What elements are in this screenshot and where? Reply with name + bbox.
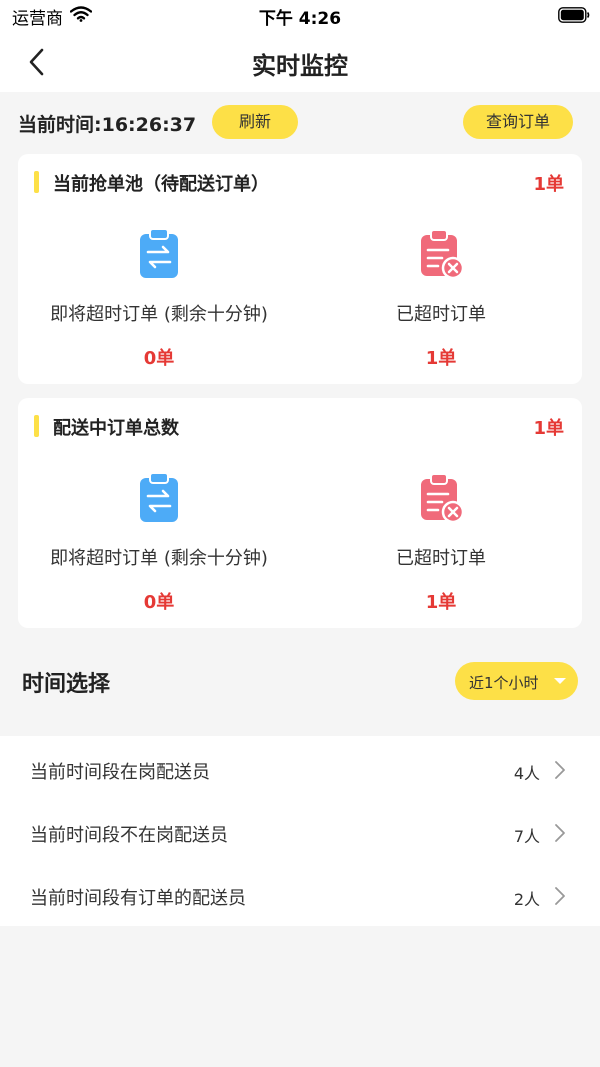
stat-value: 0单 [143,348,175,369]
card-accent-bar [34,171,39,193]
time-select-title: 时间选择 [22,672,111,697]
near-timeout-stat[interactable]: 即将超时订单 (剩余十分钟) 0单 [18,470,300,614]
chevron-right-icon [555,824,565,842]
caret-down-icon [554,678,566,684]
rider-stats-list: 当前时间段在岗配送员 4人 当前时间段不在岗配送员 7人 当前时间段有订单的配送… [0,736,600,926]
stat-value: 0单 [143,592,175,613]
clipboard-transfer-icon [140,472,178,522]
page-title: 实时监控 [252,52,348,80]
list-item-label: 当前时间段有订单的配送员 [30,888,246,909]
current-time-bar: 当前时间:16:26:37 刷新 查询订单 [0,92,600,152]
current-time-label: 当前时间:16:26:37 [18,114,197,136]
query-orders-button[interactable]: 查询订单 [463,105,573,139]
battery-icon [558,7,590,23]
stat-label: 即将超时订单 (剩余十分钟) [50,304,268,325]
clock-label: 下午 4:26 [258,9,342,29]
chevron-right-icon [555,887,565,905]
order-pool-card: 当前抢单池（待配送订单） 1单 即将超时订单 (剩余十分钟) 0单 已超时订单 … [18,154,582,384]
timed-out-stat[interactable]: 已超时订单 1单 [300,226,582,370]
list-item-value: 2人 [513,890,540,909]
card-accent-bar [34,415,39,437]
card-count: 1单 [533,174,564,195]
list-item-with-orders[interactable]: 当前时间段有订单的配送员 2人 [0,864,600,927]
time-range-value: 近1个小时 [469,674,539,692]
stat-label: 已超时订单 [396,548,486,569]
delivering-orders-card: 配送中订单总数 1单 即将超时订单 (剩余十分钟) 0单 已超时订单 1单 [18,398,582,628]
card-title: 当前抢单池（待配送订单） [53,174,269,195]
back-arrow-icon[interactable] [20,42,56,82]
refresh-button[interactable]: 刷新 [212,105,298,139]
list-item-value: 4人 [513,764,540,783]
stat-label: 已超时订单 [396,304,486,325]
clipboard-cancel-icon [421,229,465,280]
clipboard-cancel-icon [421,473,465,524]
timed-out-stat[interactable]: 已超时订单 1单 [300,470,582,614]
navigation-bar: 实时监控 [0,32,600,92]
stat-value: 1单 [425,348,457,369]
stat-value: 1单 [425,592,457,613]
card-title: 配送中订单总数 [53,418,179,439]
list-item-on-duty[interactable]: 当前时间段在岗配送员 4人 [0,738,600,801]
list-item-label: 当前时间段在岗配送员 [30,762,210,783]
near-timeout-stat[interactable]: 即将超时订单 (剩余十分钟) 0单 [18,226,300,370]
list-item-value: 7人 [513,827,540,846]
chevron-right-icon [555,761,565,779]
list-item-label: 当前时间段不在岗配送员 [30,825,228,846]
clipboard-transfer-icon [140,228,178,278]
stat-label: 即将超时订单 (剩余十分钟) [50,548,268,569]
card-count: 1单 [533,418,564,439]
list-item-off-duty[interactable]: 当前时间段不在岗配送员 7人 [0,801,600,864]
status-bar: 运营商 下午 4:26 [0,0,600,32]
time-range-dropdown[interactable]: 近1个小时 [455,662,578,700]
